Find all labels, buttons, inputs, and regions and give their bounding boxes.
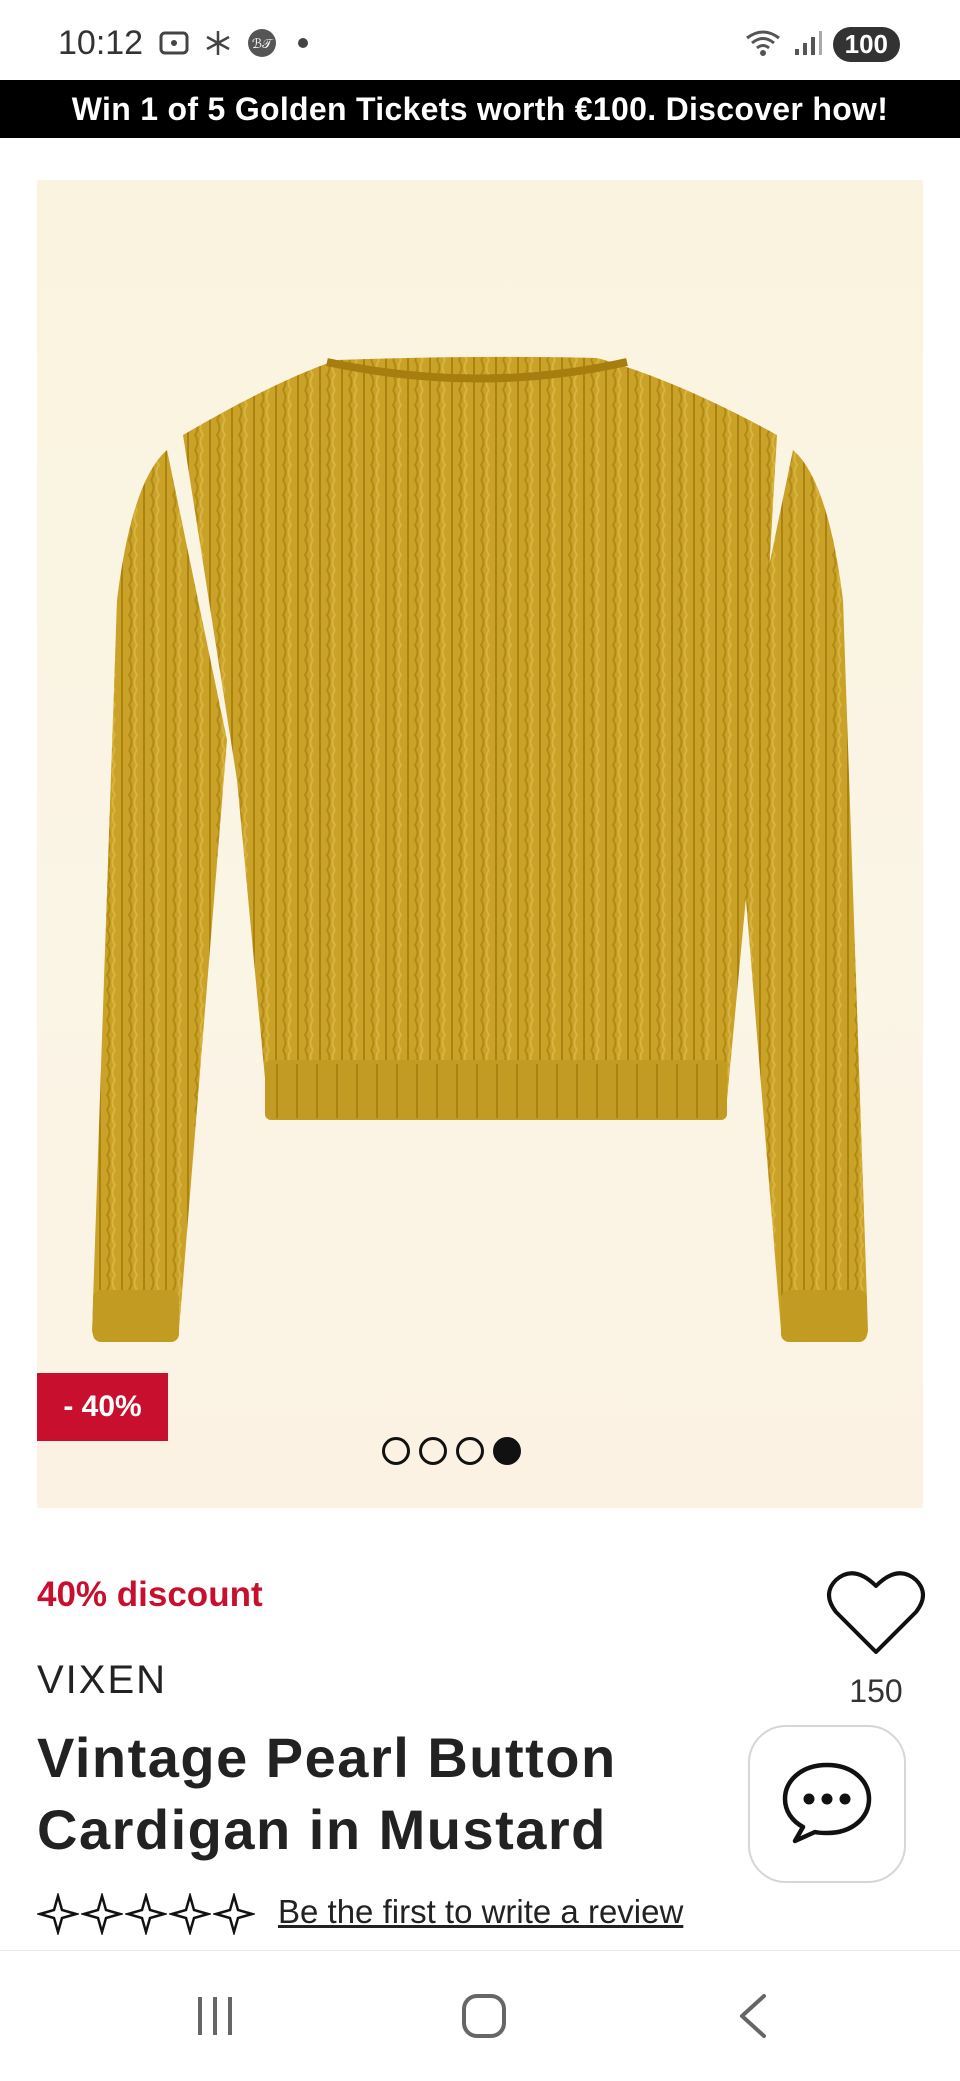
- product-title: Vintage Pearl Button Cardigan in Mustard: [37, 1726, 617, 1861]
- chat-bubble-icon: [779, 1759, 875, 1849]
- status-icons-left: ℬ𝒯: [158, 28, 308, 58]
- star-icon: [125, 1893, 167, 1935]
- gallery-dot-4[interactable]: [493, 1437, 521, 1465]
- gallery-dot-3[interactable]: [456, 1437, 484, 1465]
- recent-apps-icon[interactable]: [185, 1991, 245, 2041]
- home-icon[interactable]: [456, 1991, 512, 2041]
- gallery-dot-2[interactable]: [419, 1437, 447, 1465]
- gallery-pagination[interactable]: [382, 1437, 521, 1465]
- star-icon: [169, 1893, 211, 1935]
- discount-text: 40% discount: [37, 1575, 263, 1614]
- snowflake-icon: [202, 28, 234, 58]
- wifi-icon: [743, 26, 783, 62]
- signal-icon: [793, 27, 823, 61]
- system-nav-bar: [0, 1950, 960, 2081]
- favorites-count: 150: [849, 1673, 903, 1709]
- brand-name[interactable]: VIXEN: [37, 1658, 167, 1703]
- gallery-dot-1[interactable]: [382, 1437, 410, 1465]
- status-time: 10:12: [58, 24, 144, 62]
- rating-stars[interactable]: [37, 1893, 255, 1935]
- heart-icon[interactable]: [826, 1566, 926, 1658]
- discount-badge: - 40%: [37, 1373, 168, 1441]
- star-icon: [37, 1893, 79, 1935]
- star-icon: [213, 1893, 255, 1935]
- status-icons-right: 100: [743, 26, 900, 62]
- product-image: [92, 356, 868, 1342]
- back-icon[interactable]: [730, 1991, 776, 2041]
- star-icon: [81, 1893, 123, 1935]
- write-review-link[interactable]: Be the first to write a review: [278, 1893, 683, 1931]
- product-image-gallery[interactable]: [37, 180, 923, 1508]
- notification-dot: [298, 38, 308, 48]
- svg-text:ℬ𝒯: ℬ𝒯: [252, 37, 274, 52]
- chat-button[interactable]: [748, 1725, 906, 1883]
- promo-banner[interactable]: Win 1 of 5 Golden Tickets worth €100. Di…: [0, 80, 960, 138]
- app-badge-icon: ℬ𝒯: [246, 28, 278, 58]
- screenshot-icon: [158, 28, 190, 58]
- battery-indicator: 100: [832, 26, 900, 62]
- status-bar: 10:12 ℬ𝒯 100: [0, 0, 960, 80]
